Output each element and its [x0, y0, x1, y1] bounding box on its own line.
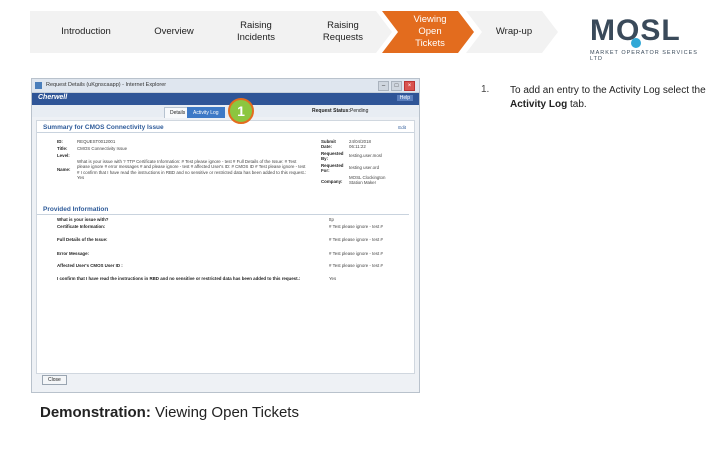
close-button[interactable]: Close — [42, 375, 67, 385]
provided-question: Certificate Information: — [57, 224, 106, 229]
nav-step-viewing-open-tickets[interactable]: Viewing Open Tickets — [382, 11, 474, 53]
maximize-icon[interactable]: □ — [391, 81, 402, 91]
instruction-bold: Activity Log — [510, 99, 568, 110]
provided-question: Full Details of the Issue: — [57, 237, 108, 242]
provided-answer: Yes — [329, 276, 337, 281]
logo-dot-icon — [631, 38, 641, 48]
help-button[interactable]: Help — [396, 95, 413, 101]
instruction-suffix: tab. — [567, 99, 587, 110]
provided-answer: # Test please ignore - test # — [329, 263, 383, 268]
instruction-text: To add an entry to the Activity Log sele… — [510, 84, 706, 112]
minimize-icon[interactable]: – — [378, 81, 389, 91]
submit-date-value: 24/04/2018 06:11:22 — [349, 139, 371, 150]
tab-bar: Details Activity Log Request Status: Pen… — [32, 105, 419, 118]
request-status-label: Request Status: — [312, 108, 351, 114]
instruction-number: 1. — [481, 84, 490, 95]
nav-step-label: Overview — [154, 26, 194, 37]
nav-step-introduction[interactable]: Introduction — [30, 11, 138, 53]
caption-text: Viewing Open Tickets — [150, 404, 299, 421]
id-value: REQUEST0012001 — [77, 139, 116, 144]
request-content: Summary for CMOS Connectivity Issue Edit… — [36, 120, 415, 374]
title-value: CMOS Connectivity Issue — [77, 146, 128, 151]
window-titlebar: Request Details (uKgnscaapp) - Internet … — [32, 79, 419, 93]
browser-icon — [35, 82, 42, 89]
requested-for-label: Requested For: — [321, 163, 344, 173]
nav-step-label: Viewing Open Tickets — [413, 14, 447, 49]
close-icon[interactable]: × — [404, 81, 415, 91]
nav-step-label: Raising Incidents — [236, 20, 276, 43]
provided-question: Error Message: — [57, 251, 89, 256]
nav-step-label: Introduction — [61, 26, 111, 37]
caption-bold: Demonstration: — [40, 404, 151, 421]
requested-by-label: Requested By: — [321, 151, 344, 161]
step-callout-marker: 1 — [228, 98, 254, 124]
requested-for-value: testing user.ord — [349, 165, 380, 170]
edit-link[interactable]: Edit — [398, 125, 406, 130]
nav-step-wrap-up[interactable]: Wrap-up — [466, 11, 558, 53]
logo-wordmark: MOSL — [590, 14, 681, 47]
nav-step-raising-incidents[interactable]: Raising Incidents — [200, 11, 308, 53]
summary-title: Summary for CMOS Connectivity Issue — [37, 121, 414, 133]
request-status-value: Pending — [350, 108, 369, 114]
id-label: ID: — [57, 139, 63, 144]
tab-activity-log[interactable]: Activity Log — [187, 107, 225, 118]
provided-answer: # Test please ignore - test # — [329, 237, 383, 242]
logo-tagline: MARKET OPERATOR SERVICES LTD — [590, 50, 698, 62]
name-label: Name: — [57, 167, 71, 172]
provided-question: I confirm that I have read the instructi… — [57, 276, 301, 281]
provided-question: Affected User's CMOS User ID : — [57, 263, 123, 268]
nav-step-label: Wrap-up — [495, 26, 533, 37]
name-value: What is your issue with ? TTP Certificat… — [77, 159, 307, 181]
level-label: Level: — [57, 153, 70, 158]
provided-answer: ttp — [329, 217, 334, 222]
company-value: MOSL Clockington Station Maker — [349, 175, 386, 186]
demo-caption: Demonstration: Viewing Open Tickets — [40, 404, 299, 421]
window-controls: – □ × — [378, 81, 415, 91]
window-title: Request Details (uKgnscaapp) - Internet … — [46, 82, 167, 88]
provided-info-title: Provided Information — [37, 203, 409, 215]
requested-by-value: testing.user.mosl — [349, 153, 382, 158]
instruction-prefix: To add an entry to the Activity Log sele… — [510, 85, 706, 96]
provided-answer: # Test please ignore - test # — [329, 251, 383, 256]
provided-answer: # Test please ignore - test # — [329, 224, 383, 229]
app-header: Cherwell Help — [32, 93, 419, 105]
mosl-logo: MOSL MARKET OPERATOR SERVICES LTD — [590, 16, 702, 66]
app-brand: Cherwell — [38, 94, 68, 101]
company-label: Company: — [321, 179, 343, 184]
request-details-window: Request Details (uKgnscaapp) - Internet … — [31, 78, 420, 393]
provided-question: What is your issue with? — [57, 217, 109, 222]
title-label: Title: — [57, 146, 68, 151]
submit-date-label: Submit Date: — [321, 139, 336, 149]
